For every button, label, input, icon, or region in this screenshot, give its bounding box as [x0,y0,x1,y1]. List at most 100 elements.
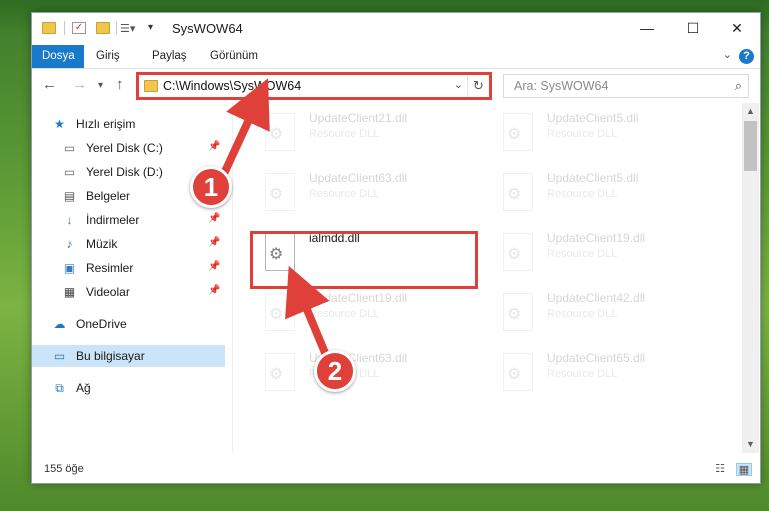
file-name: UpdateClient42.dll [547,291,646,305]
tab-paylas[interactable]: Paylaş [142,45,197,68]
sidebar-item-pictures[interactable]: ▣ Resimler 📌 [32,257,225,279]
sidebar-item-this-pc[interactable]: ▭ Bu bilgisayar [32,345,225,367]
address-highlight-box [136,72,492,100]
drive-icon: ▭ [63,141,76,155]
pane-divider [232,103,233,453]
close-button[interactable]: ✕ [714,13,760,43]
item-count: 155 öğe [44,463,84,475]
sidebar-item-local-disk-c[interactable]: ▭ Yerel Disk (C:) 📌 [32,137,225,159]
file-name: UpdateClient5.dll [547,111,639,125]
file-type: Resource DLL [309,188,380,200]
step-2-badge: 2 [314,350,356,392]
documents-icon: ▤ [63,189,76,203]
back-arrow-icon[interactable]: ← [42,76,57,93]
details-view-icon[interactable]: ☷ [712,463,728,476]
file-item[interactable]: ⚙ UpdateClient42.dll Resource DLL [485,283,715,341]
file-name: UpdateClient19.dll [547,231,646,245]
drive-icon: ▭ [63,165,76,179]
dll-file-icon: ⚙ [503,173,533,211]
large-icons-view-icon[interactable]: ▦ [736,463,752,476]
pin-icon: 📌 [208,285,221,296]
dll-file-icon: ⚙ [503,293,533,331]
sidebar-item-label: Yerel Disk (C:) [86,141,163,155]
file-item[interactable]: ⚙ UpdateClient5.dll Resource DLL [485,163,715,221]
file-name: UpdateClient63.dll [309,171,408,185]
explorer-window: ✓ ☰▾ ▾ SysWOW64 — ☐ ✕ Dosya Giriş Paylaş… [31,12,761,484]
properties-icon[interactable]: ✓ [72,22,86,34]
video-icon: ▦ [63,285,76,299]
sidebar-item-quick-access[interactable]: ★ Hızlı erişim [32,113,225,135]
customize-toolbar-icon[interactable]: ☰▾ [120,22,135,35]
network-icon: ⧉ [55,381,64,395]
sidebar-item-label: Belgeler [86,189,131,203]
star-icon: ★ [54,117,65,131]
ribbon-expand-icon[interactable]: ⌄ [723,48,732,61]
file-item[interactable]: ⚙ UpdateClient63.dll Resource DLL [247,343,477,401]
dropdown-arrow-icon[interactable]: ▾ [148,22,162,34]
sidebar-item-downloads[interactable]: ↓ İndirmeler 📌 [32,209,225,231]
file-name: UpdateClient19.dll [309,291,408,305]
tab-dosya[interactable]: Dosya [32,45,84,68]
dll-file-icon: ⚙ [503,113,533,151]
music-icon: ♪ [66,237,73,251]
title-bar: ✓ ☰▾ ▾ SysWOW64 — ☐ ✕ [32,13,760,45]
file-item[interactable]: ⚙ UpdateClient21.dll Resource DLL [247,103,477,161]
computer-icon: ▭ [53,349,66,363]
file-type: Resource DLL [309,128,380,140]
scroll-up-icon[interactable]: ▲ [742,103,759,120]
file-item[interactable]: ⚙ UpdateClient63.dll Resource DLL [247,163,477,221]
file-name: UpdateClient65.dll [547,351,646,365]
pictures-icon: ▣ [63,261,76,275]
maximize-button[interactable]: ☐ [670,13,716,43]
vertical-scrollbar[interactable]: ▲ ▼ [742,103,759,453]
scroll-thumb[interactable] [744,121,757,171]
sidebar-item-videos[interactable]: ▦ Videolar 📌 [32,281,225,303]
sidebar-item-label: Ağ [76,381,91,395]
sidebar-item-label: Yerel Disk (D:) [86,165,163,179]
pin-icon: 📌 [208,237,221,248]
dll-file-icon: ⚙ [265,173,295,211]
search-input[interactable]: Ara: SysWOW64 [514,79,608,93]
file-highlight-box [250,231,478,289]
folder-icon [42,22,56,34]
cloud-icon: ☁ [53,317,66,331]
pin-icon: 📌 [208,141,221,152]
dll-file-icon: ⚙ [265,293,295,331]
file-item[interactable]: ⚙ UpdateClient65.dll Resource DLL [485,343,715,401]
window-title: SysWOW64 [172,21,243,36]
file-name: UpdateClient5.dll [547,171,639,185]
help-button[interactable]: ? [739,49,754,64]
step-1-badge: 1 [190,166,232,208]
search-box[interactable]: Ara: SysWOW64 ⌕ [503,74,749,98]
sidebar-item-onedrive[interactable]: ☁ OneDrive [32,313,225,335]
scroll-down-icon[interactable]: ▼ [742,436,759,453]
file-name: UpdateClient21.dll [309,111,408,125]
status-bar: 155 öğe ☷ ▦ [32,457,760,483]
sidebar-item-network[interactable]: ⧉ Ağ [32,377,225,399]
sidebar-item-music[interactable]: ♪ Müzik 📌 [32,233,225,255]
up-arrow-icon[interactable]: ↑ [116,76,124,93]
pin-icon: 📌 [208,261,221,272]
new-folder-icon[interactable] [96,22,110,34]
pin-icon: 📌 [208,213,221,224]
tab-gorunum[interactable]: Görünüm [200,45,268,68]
forward-arrow-icon[interactable]: → [72,76,87,93]
divider [64,21,65,35]
sidebar-item-label: OneDrive [76,317,127,331]
file-item[interactable]: ⚙ UpdateClient5.dll Resource DLL [485,103,715,161]
dll-file-icon: ⚙ [503,353,533,391]
file-type: Resource DLL [309,308,380,320]
dll-file-icon: ⚙ [265,353,295,391]
sidebar-item-label: Resimler [86,261,134,275]
sidebar-item-label: Hızlı erişim [76,117,136,131]
file-item[interactable]: ⚙ UpdateClient19.dll Resource DLL [247,283,477,341]
tab-giris[interactable]: Giriş [86,45,130,68]
file-type: Resource DLL [547,248,618,260]
file-item[interactable]: ⚙ UpdateClient19.dll Resource DLL [485,223,715,281]
ribbon-tabs: Dosya Giriş Paylaş Görünüm ⌄ ? [32,45,760,69]
search-icon[interactable]: ⌕ [735,78,742,94]
recent-locations-icon[interactable]: ▾ [98,80,103,91]
dll-file-icon: ⚙ [503,233,533,271]
minimize-button[interactable]: — [624,13,670,43]
sidebar-item-label: Bu bilgisayar [76,349,145,363]
